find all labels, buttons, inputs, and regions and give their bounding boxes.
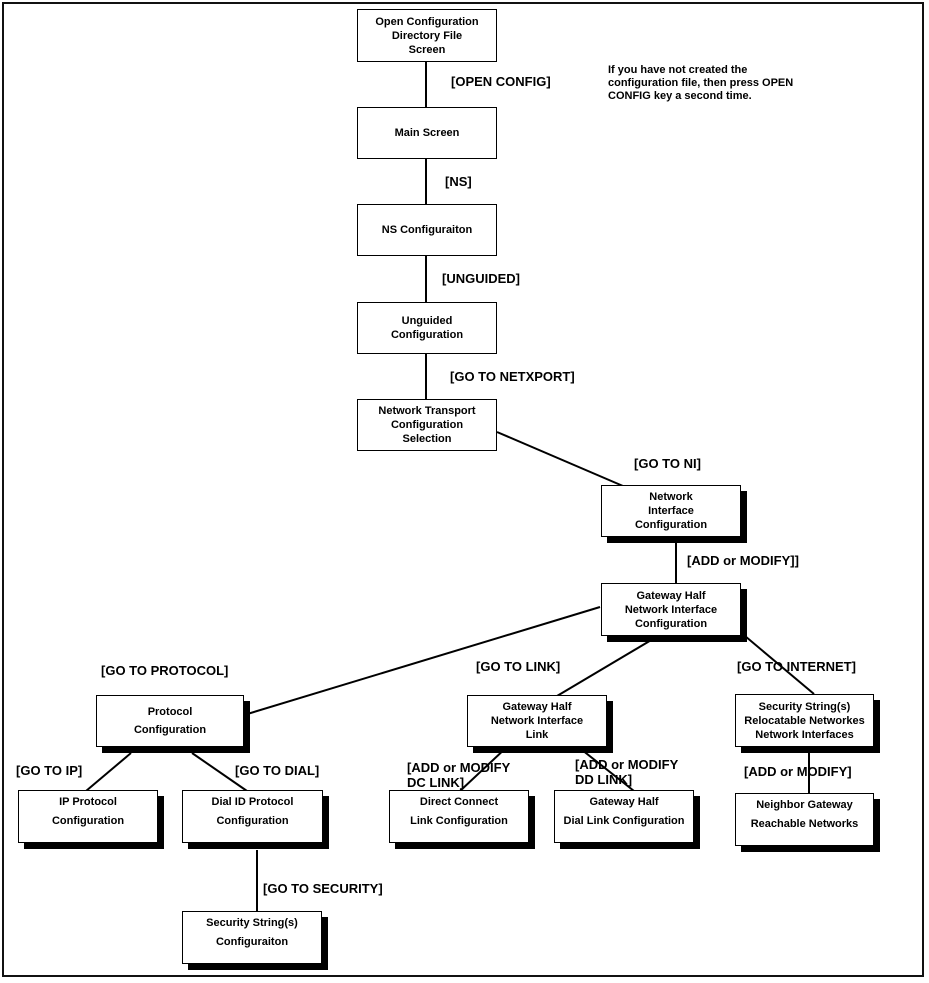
node-line: Configuration [390, 419, 464, 431]
node-gateway-half-ni-link: Gateway Half Network Interface Link [467, 695, 607, 747]
node-line: Configuration [51, 815, 125, 827]
label-add-modify-gw: [ADD or MODIFY] [744, 764, 852, 779]
node-ns-configuration: NS Configuraiton [357, 204, 497, 256]
node-line: Gateway Half [589, 796, 659, 808]
node-line: Security String(s) [206, 917, 298, 929]
node-line: Gateway Half [636, 589, 706, 602]
node-line: Configuration [634, 617, 708, 630]
node-neighbor-gateway: Neighbor Gateway Reachable Networks [735, 793, 874, 846]
node-line: Configuraiton [215, 936, 289, 948]
label-add-dc-link: [ADD or MODIFY DC LINK] [407, 760, 510, 790]
node-line: Network Interfaces [755, 728, 854, 741]
node-line: Open Configuration [375, 15, 479, 28]
node-network-interface: Network Interface Configuration [601, 485, 741, 537]
label-go-to-dial: [GO TO DIAL] [235, 763, 320, 778]
node-line: Main Screen [394, 127, 460, 139]
node-main-screen: Main Screen [357, 107, 497, 159]
node-ip-protocol: IP Protocol Configuration [18, 790, 158, 843]
node-line: Protocol [147, 706, 193, 718]
node-line: IP Protocol [59, 796, 117, 808]
label-go-to-link: [GO TO LINK] [476, 659, 561, 674]
node-line: Dial Link Configuration [563, 815, 685, 827]
label-ns: [NS] [445, 174, 472, 189]
node-line: Relocatable Networkes [744, 714, 865, 727]
node-line: Neighbor Gateway [756, 799, 853, 811]
node-line: Configuration [133, 724, 207, 736]
node-dial-id-protocol: Dial ID Protocol Configuration [182, 790, 323, 843]
label-go-to-ni: [GO TO NI] [634, 456, 701, 471]
node-line: Selection [402, 433, 452, 445]
node-open-config-directory: Open Configuration Directory File Screen [357, 9, 497, 62]
instruction-note: If you have not created the configuratio… [608, 64, 794, 102]
node-line: Interface [648, 505, 694, 517]
node-gateway-half-dial-link: Gateway Half Dial Link Configuration [554, 790, 694, 843]
edge-go-to-link [556, 635, 659, 697]
node-security-relocatable: Security String(s) Relocatable Networkes… [735, 694, 874, 747]
node-line: Dial ID Protocol [211, 796, 294, 808]
node-line: Security String(s) [758, 700, 851, 713]
node-line: Network Transport [378, 405, 476, 417]
label-go-to-security: [GO TO SECURITY] [263, 881, 383, 896]
node-line: Gateway Half [502, 701, 572, 713]
node-line: Network Interface [490, 715, 584, 727]
node-gateway-half-ni-config: Gateway Half Network Interface Configura… [601, 583, 741, 636]
node-direct-connect-link: Direct Connect Link Configuration [389, 790, 529, 843]
node-line: Link Configuration [410, 815, 508, 827]
label-line: [ADD or MODIFY [407, 760, 511, 775]
node-line: Unguided [401, 315, 453, 327]
node-line: Configuration [390, 329, 464, 341]
label-go-to-protocol: [GO TO PROTOCOL] [101, 663, 229, 678]
node-unguided-configuration: Unguided Configuration [357, 302, 497, 354]
node-line: Directory File [391, 29, 463, 42]
label-go-to-internet: [GO TO INTERNET] [737, 659, 856, 674]
label-line: DC LINK] [407, 775, 465, 790]
label-add-modify-ni: [ADD or MODIFY]] [687, 553, 799, 568]
label-open-config: [OPEN CONFIG] [451, 74, 551, 89]
label-go-to-netxport: [GO TO NETXPORT] [450, 369, 575, 384]
label-line: [ADD or MODIFY [575, 757, 679, 772]
node-line: Configuration [634, 519, 708, 531]
node-line: Reachable Networks [750, 818, 859, 830]
edge-go-to-ni [496, 431, 624, 487]
label-unguided: [UNGUIDED] [442, 271, 520, 286]
node-protocol-configuration: Protocol Configuration [96, 695, 244, 747]
node-line: Direct Connect [419, 796, 499, 808]
node-network-transport: Network Transport Configuration Selectio… [357, 399, 497, 451]
node-line: Network [649, 491, 693, 503]
node-line: Link [525, 729, 549, 741]
node-line: Network Interface [624, 603, 718, 616]
label-go-to-ip: [GO TO IP] [16, 763, 83, 778]
edge-go-to-ip [85, 752, 132, 792]
label-add-dd-link: [ADD or MODIFY DD LINK] [575, 757, 678, 787]
node-security-configuration: Security String(s) Configuraiton [182, 911, 322, 964]
node-line: Screen [408, 43, 446, 56]
node-line: Configuration [216, 815, 289, 827]
label-line: DD LINK] [575, 772, 633, 787]
node-line: NS Configuraiton [381, 224, 473, 236]
